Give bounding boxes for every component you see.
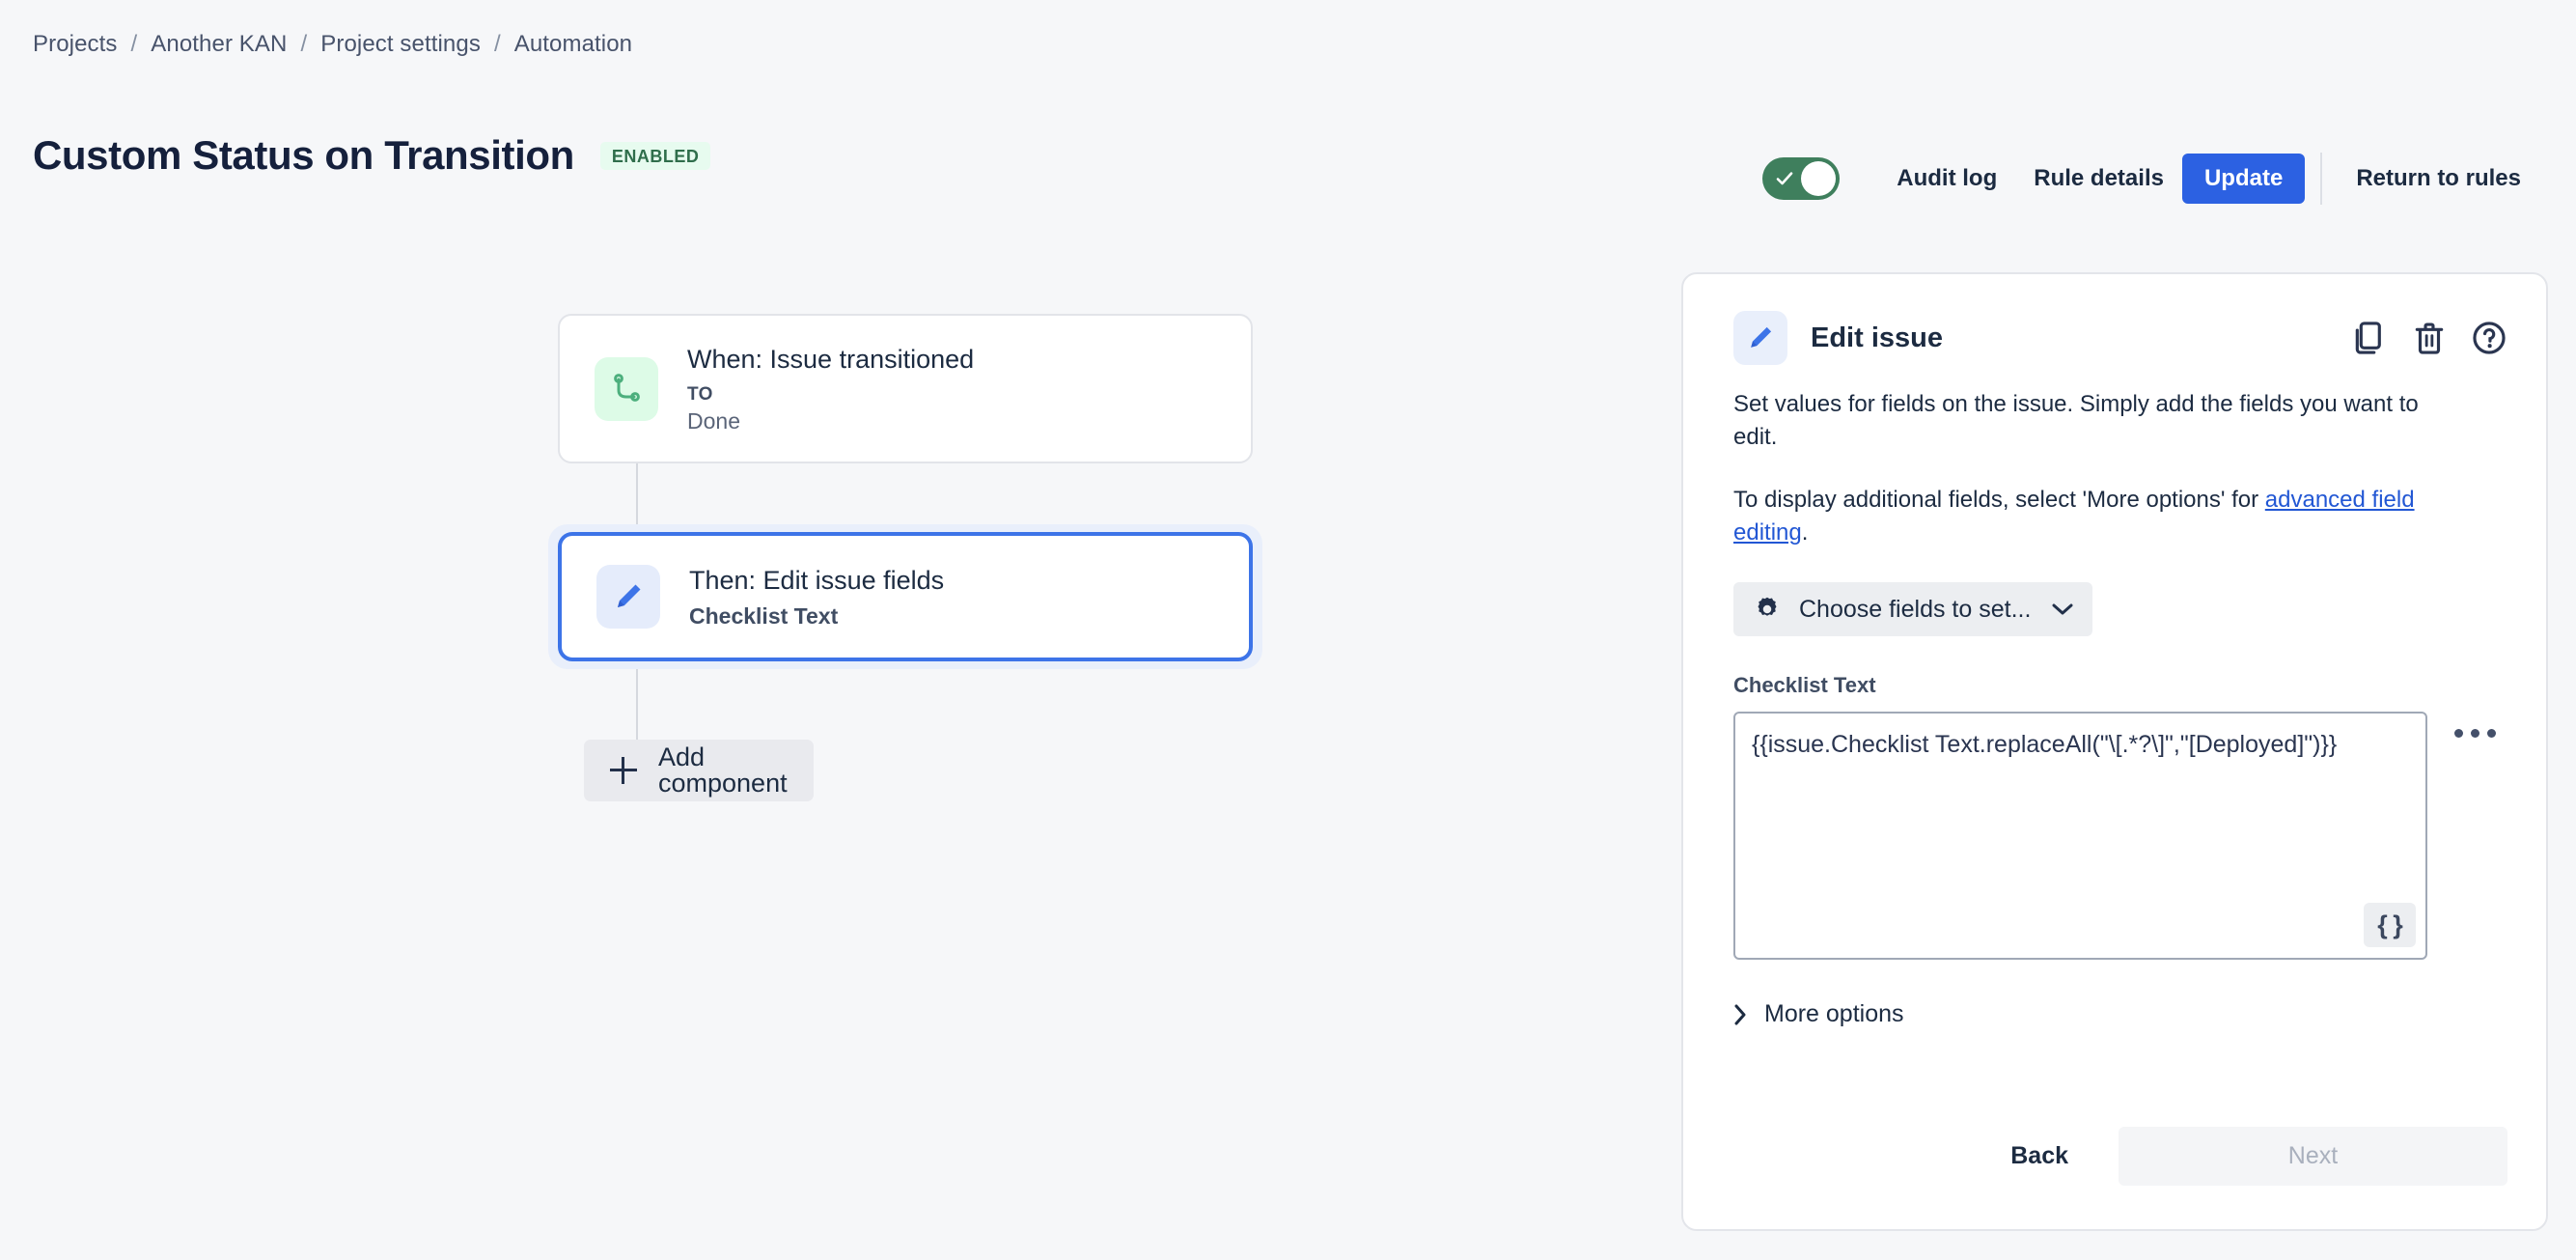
return-to-rules-button[interactable]: Return to rules bbox=[2338, 155, 2539, 202]
chevron-down-icon bbox=[2052, 603, 2073, 615]
title-row: Custom Status on Transition ENABLED bbox=[33, 132, 711, 178]
more-options-label: More options bbox=[1764, 1000, 1904, 1028]
next-button[interactable]: Next bbox=[2119, 1127, 2507, 1186]
panel-footer: Back Next bbox=[1733, 1127, 2507, 1186]
workflow-node-action[interactable]: Then: Edit issue fields Checklist Text bbox=[558, 532, 1253, 661]
toggle-knob bbox=[1801, 161, 1837, 196]
panel-description-2-suffix: . bbox=[1801, 519, 1809, 546]
panel-description-1: Set values for fields on the issue. Simp… bbox=[1733, 391, 2419, 451]
dot bbox=[2471, 729, 2479, 739]
actions-divider bbox=[2320, 153, 2323, 205]
breadcrumb-separator: / bbox=[130, 31, 138, 57]
help-icon[interactable] bbox=[2471, 320, 2507, 356]
workflow-node-title: Then: Edit issue fields bbox=[689, 565, 945, 595]
workflow-node-text: Then: Edit issue fields Checklist Text bbox=[689, 566, 944, 628]
panel-description-2: To display additional fields, select 'Mo… bbox=[1733, 484, 2428, 549]
workflow-node-sub-value: Done bbox=[687, 407, 740, 434]
panel-header-actions bbox=[2351, 320, 2507, 356]
rule-details-button[interactable]: Rule details bbox=[2015, 155, 2182, 202]
rule-enabled-toggle[interactable] bbox=[1762, 157, 1841, 200]
dot bbox=[2454, 729, 2463, 739]
workflow-node-trigger[interactable]: When: Issue transitioned TO Done bbox=[558, 314, 1253, 463]
back-button[interactable]: Back bbox=[1985, 1129, 2093, 1184]
panel-title: Edit issue bbox=[1811, 322, 1943, 353]
choose-fields-dropdown[interactable]: Choose fields to set... bbox=[1733, 582, 2093, 637]
chevron-right-icon bbox=[1734, 1004, 1746, 1025]
header-actions: Audit log Rule details Update Return to … bbox=[1762, 147, 2539, 210]
choose-fields-label: Choose fields to set... bbox=[1799, 595, 2032, 623]
edit-issue-panel: Edit issue Set values for fields on the … bbox=[1681, 272, 2548, 1231]
update-button[interactable]: Update bbox=[2181, 154, 2306, 204]
transition-icon bbox=[595, 356, 658, 421]
panel-body: Set values for fields on the issue. Simp… bbox=[1733, 388, 2500, 1030]
trash-icon[interactable] bbox=[2411, 320, 2448, 356]
pencil-icon bbox=[596, 565, 660, 629]
breadcrumb-item-projects[interactable]: Projects bbox=[33, 31, 118, 58]
field-more-menu-button[interactable] bbox=[2451, 721, 2500, 745]
dot bbox=[2487, 729, 2496, 739]
panel-description-2-prefix: To display additional fields, select 'Mo… bbox=[1733, 487, 2265, 514]
checklist-text-label: Checklist Text bbox=[1733, 673, 1876, 698]
checklist-text-field-row: {{issue.Checklist Text.replaceAll("\[.*?… bbox=[1733, 712, 2500, 961]
copy-icon[interactable] bbox=[2351, 320, 2388, 356]
workflow-node-sub-value: Checklist Text bbox=[689, 603, 839, 630]
page-title: Custom Status on Transition bbox=[33, 132, 574, 178]
breadcrumb-separator: / bbox=[300, 31, 308, 57]
checklist-text-value: {{issue.Checklist Text.replaceAll("\[.*?… bbox=[1752, 731, 2338, 759]
audit-log-button[interactable]: Audit log bbox=[1878, 155, 2015, 202]
gear-icon bbox=[1758, 598, 1777, 617]
breadcrumb-item-automation[interactable]: Automation bbox=[514, 31, 632, 58]
workflow-node-text: When: Issue transitioned TO Done bbox=[687, 345, 974, 432]
breadcrumb-item-project-settings[interactable]: Project settings bbox=[320, 31, 481, 58]
breadcrumb-item-another-kan[interactable]: Another KAN bbox=[151, 31, 287, 58]
workflow-node-title: When: Issue transitioned bbox=[687, 345, 975, 375]
breadcrumb: Projects / Another KAN / Project setting… bbox=[33, 31, 632, 58]
panel-header: Edit issue bbox=[1733, 311, 2507, 365]
plus-icon bbox=[610, 757, 637, 784]
breadcrumb-separator: / bbox=[493, 31, 501, 57]
checklist-text-input[interactable]: {{issue.Checklist Text.replaceAll("\[.*?… bbox=[1733, 712, 2427, 961]
smart-values-button[interactable]: { } bbox=[2364, 903, 2416, 948]
status-badge: ENABLED bbox=[599, 141, 711, 170]
more-options-toggle[interactable]: More options bbox=[1733, 1002, 1904, 1026]
add-component-button[interactable]: Add component bbox=[584, 740, 814, 801]
workflow-node-sub-label: TO bbox=[687, 383, 713, 405]
connector-line bbox=[636, 462, 638, 531]
check-icon bbox=[1776, 172, 1793, 185]
pencil-icon bbox=[1733, 311, 1787, 365]
add-component-label: Add component bbox=[658, 742, 788, 798]
